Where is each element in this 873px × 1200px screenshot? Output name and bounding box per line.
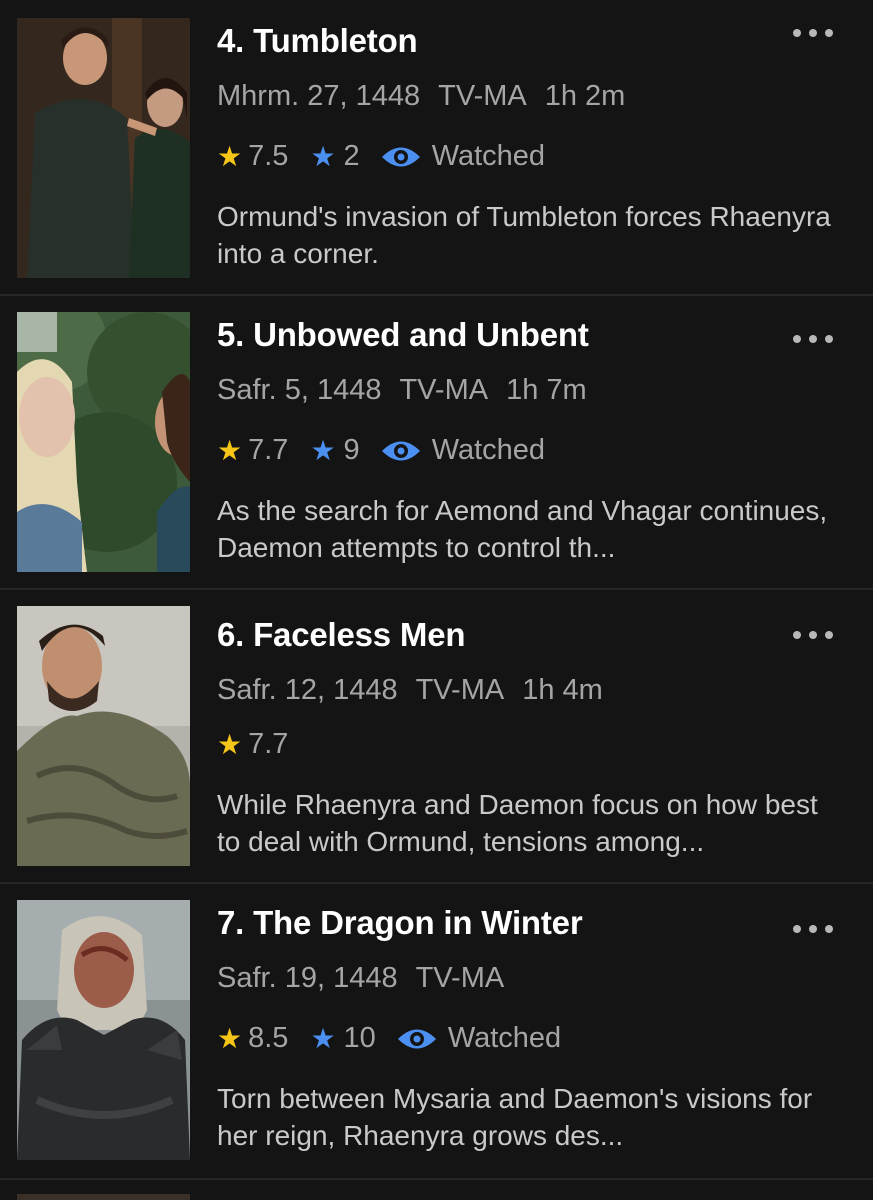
user-rating[interactable]: 2 xyxy=(344,140,360,173)
user-rating[interactable]: 10 xyxy=(344,1022,376,1055)
more-options-icon[interactable] xyxy=(793,26,833,40)
episode-thumbnail[interactable] xyxy=(17,900,190,1160)
episode-ratings: ★ 7.5 ★ 2 Watched xyxy=(217,140,545,173)
episode-row[interactable]: 4. Tumbleton Mhrm. 27, 1448 TV-MA 1h 2m ★ … xyxy=(0,0,873,296)
episode-ratings: ★ 7.7 xyxy=(217,728,288,761)
imdb-rating: 7.5 xyxy=(248,140,289,172)
episode-meta: Safr. 19, 1448 TV-MA xyxy=(217,962,522,995)
episode-meta: Safr. 12, 1448 TV-MA 1h 4m xyxy=(217,674,621,707)
episode-title[interactable]: 6. Faceless Men xyxy=(217,616,466,654)
more-options-icon[interactable] xyxy=(793,332,833,346)
more-options-icon[interactable] xyxy=(793,922,833,936)
eye-icon[interactable] xyxy=(380,144,422,170)
episode-title[interactable]: 7. The Dragon in Winter xyxy=(217,904,583,942)
star-icon: ★ xyxy=(217,729,243,760)
episode-thumbnail[interactable] xyxy=(17,606,190,866)
eye-icon[interactable] xyxy=(380,438,422,464)
content-rating: TV-MA xyxy=(399,374,489,406)
user-rating-star-icon[interactable]: ★ xyxy=(310,140,335,173)
episode-thumbnail[interactable] xyxy=(17,18,190,278)
air-date: Safr. 5, 1448 xyxy=(217,374,382,406)
user-rating-star-icon[interactable]: ★ xyxy=(310,434,335,467)
content-rating: TV-MA xyxy=(438,80,527,112)
episode-row[interactable]: 6. Faceless Men Safr. 12, 1448 TV-MA 1h 4m… xyxy=(0,590,873,884)
air-date: Mhrm. 27, 1448 xyxy=(217,80,421,112)
episode-ratings: ★ 8.5 ★ 10 Watched xyxy=(217,1022,561,1055)
runtime: 1h 2m xyxy=(544,80,626,112)
runtime: 1h 7m xyxy=(506,374,587,406)
air-date: Safr. 12, 1448 xyxy=(217,674,398,706)
watched-status[interactable]: Watched xyxy=(448,1022,561,1055)
content-rating: TV-MA xyxy=(415,962,505,994)
episode-thumbnail[interactable] xyxy=(17,312,190,572)
star-icon: ★ xyxy=(217,1023,243,1054)
episode-row[interactable]: 5. Unbowed and Unbent Safr. 5, 1448 TV-MA… xyxy=(0,296,873,590)
episode-description: As the search for Aemond and Vhagar cont… xyxy=(217,495,828,563)
episode-thumbnail[interactable] xyxy=(17,1194,190,1200)
imdb-rating: 7.7 xyxy=(248,434,289,466)
episode-meta: Safr. 5, 1448 TV-MA 1h 7m xyxy=(217,374,605,407)
star-icon: ★ xyxy=(217,141,243,172)
star-icon: ★ xyxy=(217,435,243,466)
imdb-rating: 7.7 xyxy=(248,728,289,760)
divider xyxy=(0,1178,873,1180)
air-date: Safr. 19, 1448 xyxy=(217,962,398,994)
episode-info: 5. Unbowed and Unbent Safr. 5, 1448 TV-MA… xyxy=(217,316,843,576)
episode-ratings: ★ 7.7 ★ 9 Watched xyxy=(217,434,545,467)
episode-meta: Mhrm. 27, 1448 TV-MA 1h 2m xyxy=(217,80,643,113)
episode-row[interactable]: 7. The Dragon in Winter Safr. 19, 1448 TV… xyxy=(0,884,873,1180)
episode-description: Torn between Mysaria and Daemon's vision… xyxy=(217,1083,813,1151)
episode-title[interactable]: 5. Unbowed and Unbent xyxy=(217,316,589,354)
episode-info: 7. The Dragon in Winter Safr. 19, 1448 TV… xyxy=(217,904,843,1164)
episode-description: Ormund's invasion of Tumbleton forces Rh… xyxy=(217,201,831,269)
episode-title[interactable]: 4. Tumbleton xyxy=(217,22,418,60)
more-options-icon[interactable] xyxy=(793,628,833,642)
episode-info: 6. Faceless Men Safr. 12, 1448 TV-MA 1h 4m… xyxy=(217,616,843,876)
episode-description: While Rhaenyra and Daemon focus on how b… xyxy=(217,789,818,857)
watched-status[interactable]: Watched xyxy=(432,434,545,467)
content-rating: TV-MA xyxy=(415,674,505,706)
watched-status[interactable]: Watched xyxy=(432,140,545,173)
episode-info: 4. Tumbleton Mhrm. 27, 1448 TV-MA 1h 2m ★ … xyxy=(217,22,843,282)
imdb-rating: 8.5 xyxy=(248,1022,289,1054)
runtime: 1h 4m xyxy=(522,674,603,706)
user-rating-star-icon[interactable]: ★ xyxy=(310,1022,335,1055)
user-rating[interactable]: 9 xyxy=(344,434,360,467)
eye-icon[interactable] xyxy=(396,1026,438,1052)
